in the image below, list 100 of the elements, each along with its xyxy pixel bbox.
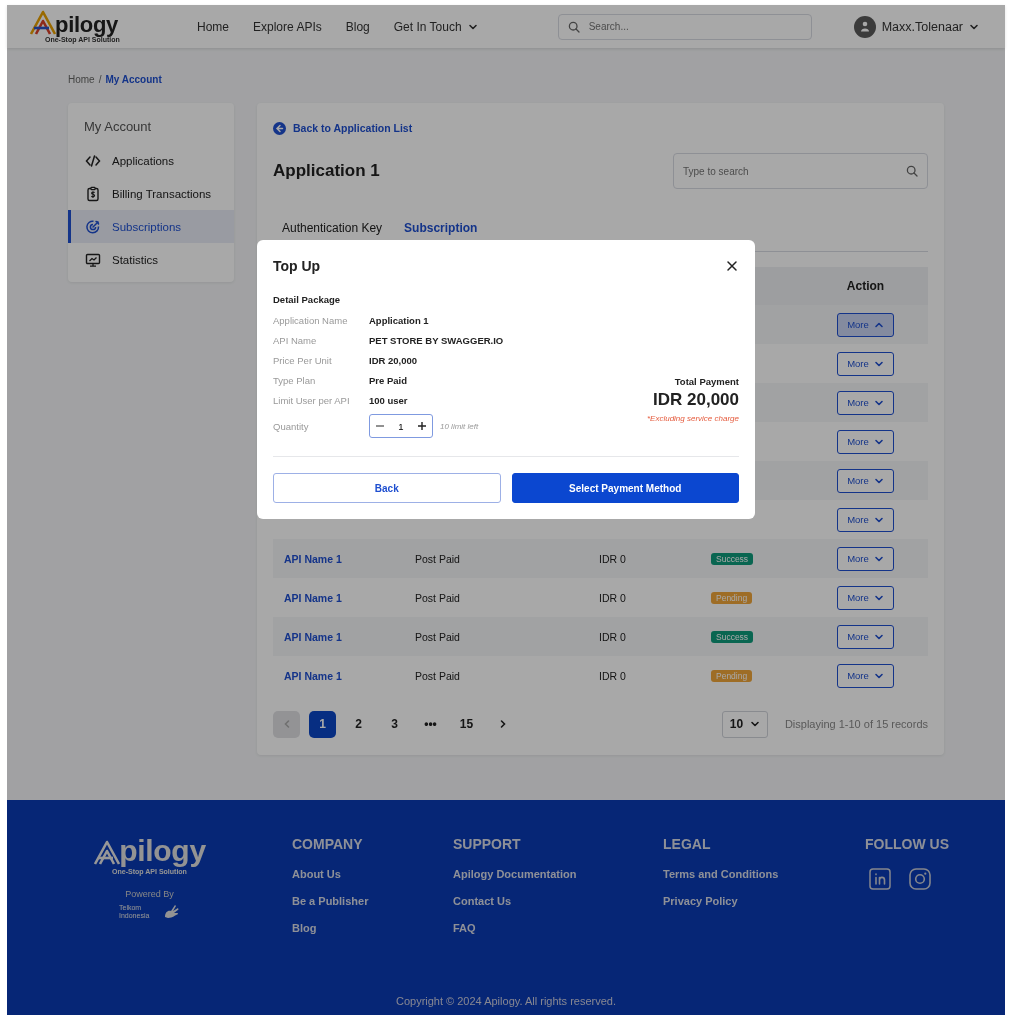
api-link[interactable]: API Name 1	[284, 591, 342, 604]
sidebar-item[interactable]: Applications	[68, 144, 234, 177]
close-icon[interactable]	[725, 259, 739, 273]
status-badge: Pending	[711, 592, 753, 604]
detail-label: Application Name	[273, 314, 349, 326]
footer-link[interactable]: About Us	[292, 868, 453, 880]
search-field[interactable]: Search...	[557, 13, 812, 40]
arrow-left-circle-icon	[273, 121, 286, 135]
footer-heading: FOLLOW US	[865, 836, 949, 852]
nav-link[interactable]: Blog	[345, 19, 370, 34]
footer-heading: SUPPORT	[453, 836, 522, 852]
sidebar-item[interactable]: Billing Transactions	[68, 177, 234, 210]
more-button[interactable]: More	[837, 390, 894, 415]
page-button[interactable]: 15	[453, 710, 480, 738]
page-button[interactable]: 1	[309, 710, 336, 738]
table-cell: Post Paid	[415, 669, 460, 682]
nav-link[interactable]: Get In Touch	[393, 19, 478, 34]
back-button[interactable]: Back	[273, 473, 501, 503]
page-button[interactable]: •••	[417, 710, 444, 738]
detail-value: 100 user	[369, 394, 409, 406]
instagram-icon[interactable]	[909, 868, 931, 890]
detail-label: Type Plan	[273, 374, 317, 386]
footer-heading: COMPANY	[292, 836, 364, 852]
api-link[interactable]: API Name 1	[284, 552, 342, 565]
table-cell: Post Paid	[415, 591, 460, 604]
nav-link[interactable]: Home	[197, 19, 229, 34]
footer-link[interactable]: Apilogy Documentation	[453, 868, 663, 880]
sidebar-item[interactable]: Subscriptions	[68, 210, 234, 243]
status-badge: Success	[711, 631, 754, 643]
logo-icon	[93, 840, 122, 866]
brand-name: pilogy	[55, 14, 118, 36]
table-cell: IDR 0	[599, 669, 626, 682]
chevron-down-icon	[750, 719, 761, 729]
status-badge: Pending	[711, 670, 753, 682]
detail-value: Pre Paid	[369, 374, 409, 386]
records-summary: Displaying 1-10 of 15 records	[784, 718, 928, 730]
column-header: Action	[845, 279, 886, 293]
api-link[interactable]: API Name 1	[284, 630, 342, 643]
user-avatar-icon[interactable]	[853, 15, 876, 38]
detail-label: Price Per Unit	[273, 354, 333, 366]
total-label: Total Payment	[674, 376, 739, 387]
breadcrumb-separator: /	[98, 74, 102, 86]
code-icon	[85, 152, 101, 169]
more-button[interactable]: More	[837, 312, 894, 337]
detail-label: Quantity	[273, 420, 310, 432]
search-icon	[567, 20, 580, 33]
clipboard-dollar-icon	[85, 185, 101, 202]
page-button[interactable]: 3	[381, 710, 408, 738]
footer-link[interactable]: Terms and Conditions	[663, 868, 865, 880]
footer-link[interactable]: Contact Us	[453, 895, 663, 907]
total-note: *Excluding service charge	[646, 414, 739, 423]
back-link[interactable]: Back to Application List	[273, 121, 928, 135]
limit-hint: 10 limit left	[440, 421, 479, 431]
dialog-title: Top Up	[273, 258, 321, 274]
footer-link[interactable]: FAQ	[453, 922, 663, 934]
status-badge: Success	[711, 553, 754, 565]
detail-value: PET STORE BY SWAGGER.IO	[369, 334, 504, 346]
table-cell: IDR 0	[599, 630, 626, 643]
footer-link[interactable]: Privacy Policy	[663, 895, 865, 907]
detail-label: API Name	[273, 334, 318, 346]
more-button[interactable]: More	[837, 585, 894, 610]
more-button[interactable]: More	[837, 663, 894, 688]
nav-link[interactable]: Explore APIs	[253, 19, 322, 34]
page-button[interactable]: 2	[345, 710, 372, 738]
more-button[interactable]: More	[837, 351, 894, 376]
target-icon	[85, 218, 101, 235]
more-button[interactable]: More	[837, 546, 894, 571]
monitor-icon	[85, 251, 101, 268]
footer-link[interactable]: Be a Publisher	[292, 895, 453, 907]
breadcrumb-link[interactable]: Home	[68, 74, 95, 86]
detail-value: IDR 20,000	[369, 354, 419, 366]
more-button[interactable]: More	[837, 624, 894, 649]
more-button[interactable]: More	[837, 507, 894, 532]
table-cell: IDR 0	[599, 591, 626, 604]
table-cell: IDR 0	[599, 552, 626, 565]
page-title: Application 1	[273, 161, 380, 181]
search-field[interactable]: Type to search	[673, 153, 928, 189]
total-amount: IDR 20,000	[653, 390, 739, 410]
powered-by-label: Powered By	[125, 889, 174, 899]
logo-icon	[29, 10, 57, 36]
breadcrumb-link[interactable]: My Account	[105, 74, 162, 86]
copyright-text: Copyright © 2024 Apilogy. All rights reserved.	[394, 995, 618, 1007]
table-cell: Post Paid	[415, 552, 460, 565]
plus-icon[interactable]	[416, 421, 427, 431]
more-button[interactable]: More	[837, 429, 894, 454]
select-payment-button[interactable]: Select Payment Method	[511, 473, 739, 503]
footer-heading: LEGAL	[663, 836, 712, 852]
footer-link[interactable]: Blog	[292, 922, 453, 934]
api-link[interactable]: API Name 1	[284, 669, 342, 682]
sidebar-title: My Account	[83, 118, 153, 136]
tab[interactable]: Authentication Key	[273, 215, 392, 241]
more-button[interactable]: More	[837, 468, 894, 493]
linkedin-icon[interactable]	[869, 868, 891, 890]
tab[interactable]: Subscription	[395, 215, 487, 241]
hand-icon	[162, 903, 180, 921]
sidebar-item[interactable]: Statistics	[68, 243, 234, 276]
section-title: Detail Package	[273, 294, 342, 305]
page-size-select[interactable]: 10	[721, 710, 768, 738]
user-name[interactable]: Maxx.Tolenaar	[881, 19, 963, 34]
detail-label: Limit User per API	[273, 394, 351, 406]
